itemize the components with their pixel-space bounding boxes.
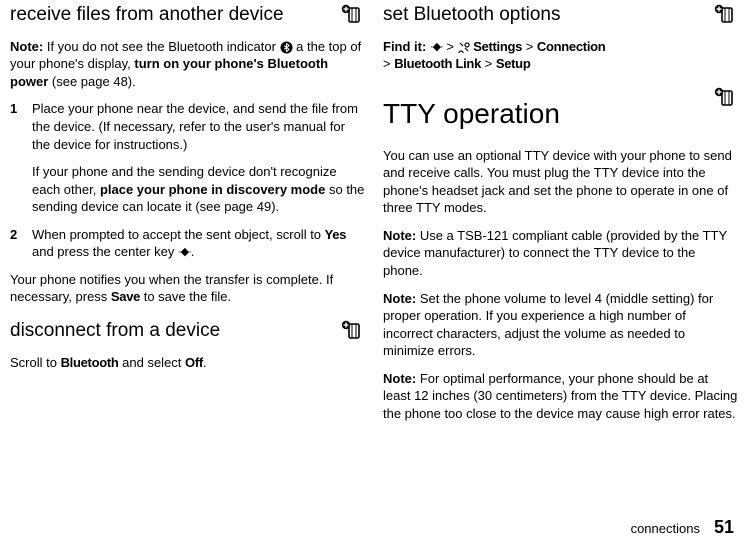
- left-column: receive files from another device Note: …: [10, 0, 365, 432]
- feature-icon: [712, 87, 738, 109]
- page-footer: connections 51: [631, 517, 734, 538]
- step1-p2: If your phone and the sending device don…: [32, 163, 365, 216]
- right-column: set Bluetooth options Find it: ·◆· > Set…: [383, 0, 738, 432]
- page-number: 51: [714, 517, 734, 538]
- transfer-complete-note: Your phone notifies you when the transfe…: [10, 271, 365, 306]
- step-2: 2 When prompted to accept the sent objec…: [10, 226, 365, 261]
- heading-set-bluetooth: set Bluetooth options: [383, 4, 706, 26]
- tty-heading-row: TTY operation: [383, 83, 738, 141]
- receive-steps: 1 Place your phone near the device, and …: [10, 100, 365, 260]
- feature-icon: [339, 4, 365, 26]
- step2-p: When prompted to accept the sent object,…: [32, 226, 365, 261]
- heading-tty: TTY operation: [383, 95, 706, 133]
- heading-disconnect: disconnect from a device: [10, 320, 333, 342]
- step1-p1: Place your phone near the device, and se…: [32, 100, 365, 153]
- step-number: 2: [10, 226, 32, 261]
- feature-icon: [712, 4, 738, 26]
- find-it-path: Find it: ·◆· > Settings > Connection > B…: [383, 38, 738, 73]
- tty-note-volume: Note: Set the phone volume to level 4 (m…: [383, 290, 738, 360]
- tty-note-cable: Note: Use a TSB-121 compliant cable (pro…: [383, 227, 738, 280]
- setbt-heading-row: set Bluetooth options: [383, 0, 738, 32]
- page-body: receive files from another device Note: …: [0, 0, 754, 432]
- tty-intro: You can use an optional TTY device with …: [383, 147, 738, 217]
- bluetooth-indicator-icon: [280, 41, 293, 54]
- center-key-icon: ·◆·: [178, 245, 191, 260]
- tools-icon: [458, 41, 470, 53]
- disconnect-heading-row: disconnect from a device: [10, 316, 365, 348]
- footer-section: connections: [631, 521, 700, 536]
- heading-receive: receive files from another device: [10, 4, 333, 26]
- tty-note-distance: Note: For optimal performance, your phon…: [383, 370, 738, 423]
- disconnect-instruction: Scroll to Bluetooth and select Off.: [10, 354, 365, 372]
- center-key-icon: ·◆·: [430, 40, 443, 55]
- note-label: Note:: [10, 39, 43, 54]
- receive-heading-row: receive files from another device: [10, 0, 365, 32]
- step-number: 1: [10, 100, 32, 215]
- step-1: 1 Place your phone near the device, and …: [10, 100, 365, 215]
- feature-icon: [339, 320, 365, 342]
- note-bluetooth-power: Note: If you do not see the Bluetooth in…: [10, 38, 365, 91]
